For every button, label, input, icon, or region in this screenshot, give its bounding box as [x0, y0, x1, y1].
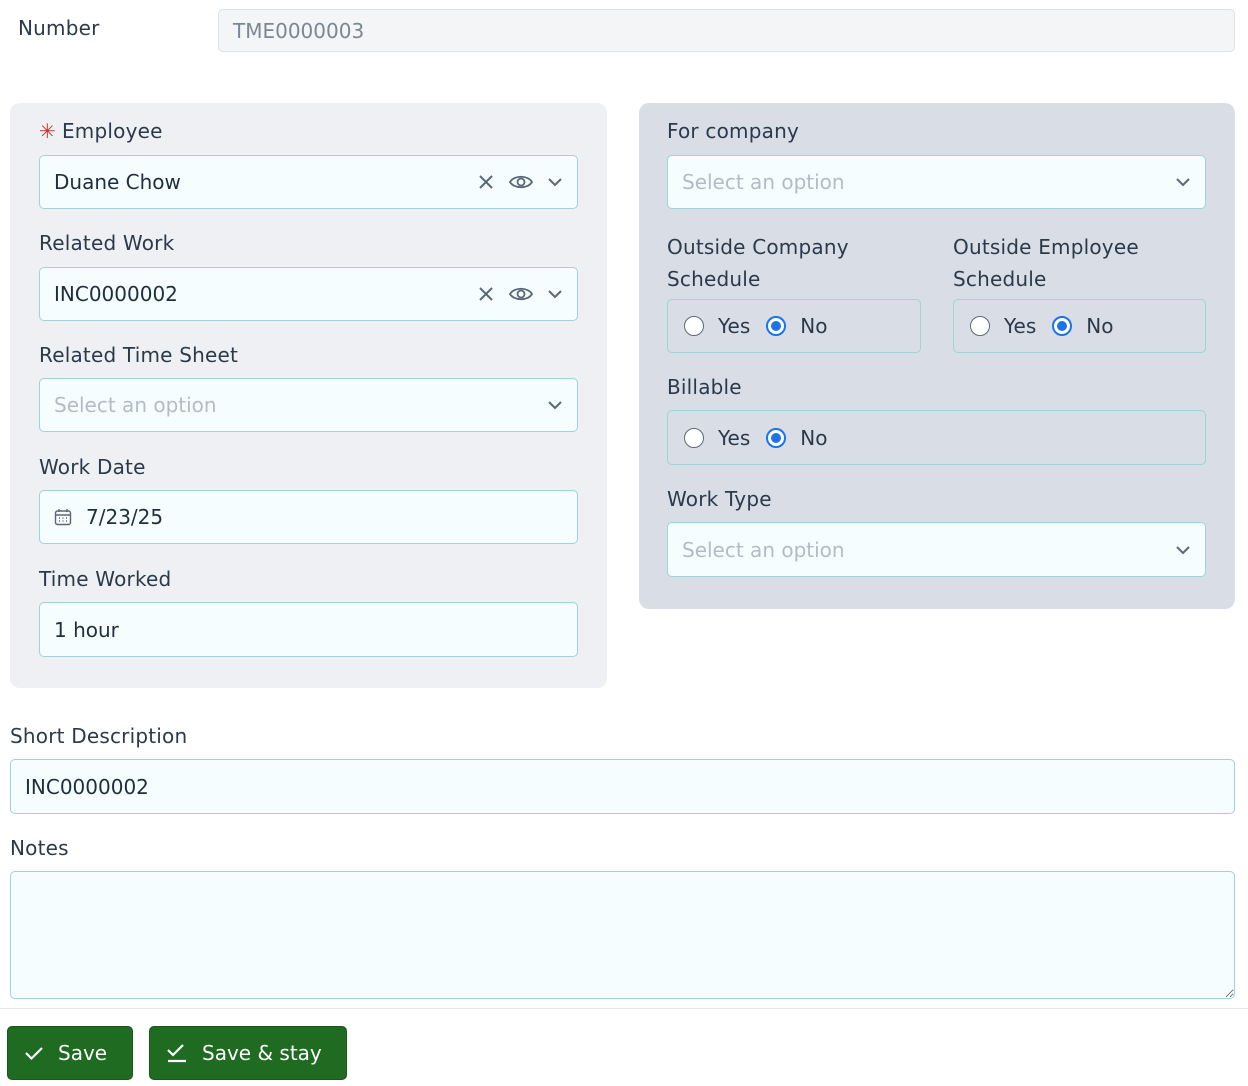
employee-value: Duane Chow: [54, 170, 181, 194]
outside-company-schedule-label-line1: Outside Company: [667, 235, 849, 259]
outside-company-schedule-yes-label: Yes: [718, 314, 751, 338]
chevron-down-icon[interactable]: [1175, 545, 1191, 555]
outside-employee-schedule-yes-label: Yes: [1004, 314, 1037, 338]
work-date-label: Work Date: [39, 455, 146, 479]
for-company-placeholder: Select an option: [682, 170, 845, 194]
short-description-input[interactable]: INC0000002: [10, 759, 1235, 814]
check-list-icon: [167, 1044, 186, 1063]
time-worked-label: Time Worked: [39, 567, 172, 591]
outside-employee-schedule-label: Outside Employee Schedule: [953, 231, 1139, 295]
chevron-down-icon[interactable]: [547, 289, 563, 299]
outside-company-schedule-yes-radio[interactable]: [684, 316, 704, 336]
required-icon: ✳: [39, 119, 56, 143]
outside-employee-schedule-no-radio[interactable]: [1052, 316, 1073, 336]
billable-no-radio[interactable]: [766, 427, 787, 448]
outside-employee-schedule-label-line1: Outside Employee: [953, 235, 1139, 259]
time-worked-input[interactable]: 1 hour: [39, 602, 578, 657]
work-type-placeholder: Select an option: [682, 537, 845, 562]
billable-radio-group: Yes No: [667, 410, 1206, 465]
outside-company-schedule-no-radio[interactable]: [766, 316, 787, 336]
work-date-value: 7/23/25: [86, 505, 164, 529]
work-type-label: Work Type: [667, 487, 772, 511]
outside-company-schedule-label-line2: Schedule: [667, 267, 761, 291]
number-label: Number: [18, 16, 100, 40]
outside-employee-schedule-label-line2: Schedule: [953, 267, 1047, 291]
outside-employee-schedule-radio-group: Yes No: [953, 299, 1206, 353]
outside-company-schedule-no-label: No: [800, 314, 828, 338]
employee-select[interactable]: Duane Chow: [39, 155, 578, 209]
clear-icon[interactable]: [477, 173, 495, 191]
save-button-label: Save: [58, 1041, 108, 1065]
employee-label-text: Employee: [61, 119, 163, 143]
footer-divider: [0, 1008, 1248, 1009]
outside-company-schedule-label: Outside Company Schedule: [667, 231, 849, 295]
time-worked-value: 1 hour: [54, 617, 119, 642]
related-work-select[interactable]: INC0000002: [39, 267, 578, 321]
chevron-down-icon[interactable]: [547, 400, 563, 410]
employee-label: ✳ Employee: [39, 119, 163, 143]
number-field: TME0000003: [218, 9, 1235, 52]
eye-icon[interactable]: [509, 173, 533, 191]
outside-company-schedule-radio-group: Yes No: [667, 299, 921, 353]
billable-yes-radio[interactable]: [684, 427, 704, 448]
clear-icon[interactable]: [477, 285, 495, 303]
save-button[interactable]: Save: [7, 1026, 133, 1080]
number-value: TME0000003: [233, 18, 365, 43]
outside-employee-schedule-yes-radio[interactable]: [970, 316, 990, 336]
related-work-label: Related Work: [39, 231, 175, 255]
save-stay-button-label: Save & stay: [202, 1041, 322, 1065]
related-time-sheet-placeholder: Select an option: [54, 393, 217, 417]
notes-label: Notes: [10, 836, 69, 860]
billable-no-label: No: [800, 425, 828, 450]
calendar-icon: [54, 509, 72, 526]
check-icon: [25, 1047, 43, 1061]
chevron-down-icon[interactable]: [547, 177, 563, 187]
eye-icon[interactable]: [509, 285, 533, 303]
short-description-label: Short Description: [10, 724, 188, 748]
work-type-select[interactable]: Select an option: [667, 522, 1206, 577]
short-description-value: INC0000002: [25, 774, 149, 799]
notes-textarea[interactable]: [10, 871, 1235, 999]
related-time-sheet-select[interactable]: Select an option: [39, 378, 578, 432]
chevron-down-icon[interactable]: [1175, 177, 1191, 187]
related-time-sheet-label: Related Time Sheet: [39, 343, 239, 367]
billable-label: Billable: [667, 375, 742, 399]
for-company-select[interactable]: Select an option: [667, 155, 1206, 209]
work-date-field[interactable]: 7/23/25: [39, 490, 578, 544]
for-company-label: For company: [667, 119, 799, 143]
outside-employee-schedule-no-label: No: [1086, 314, 1114, 338]
related-work-value: INC0000002: [54, 282, 178, 306]
save-stay-button[interactable]: Save & stay: [149, 1026, 347, 1080]
billable-yes-label: Yes: [718, 425, 751, 450]
